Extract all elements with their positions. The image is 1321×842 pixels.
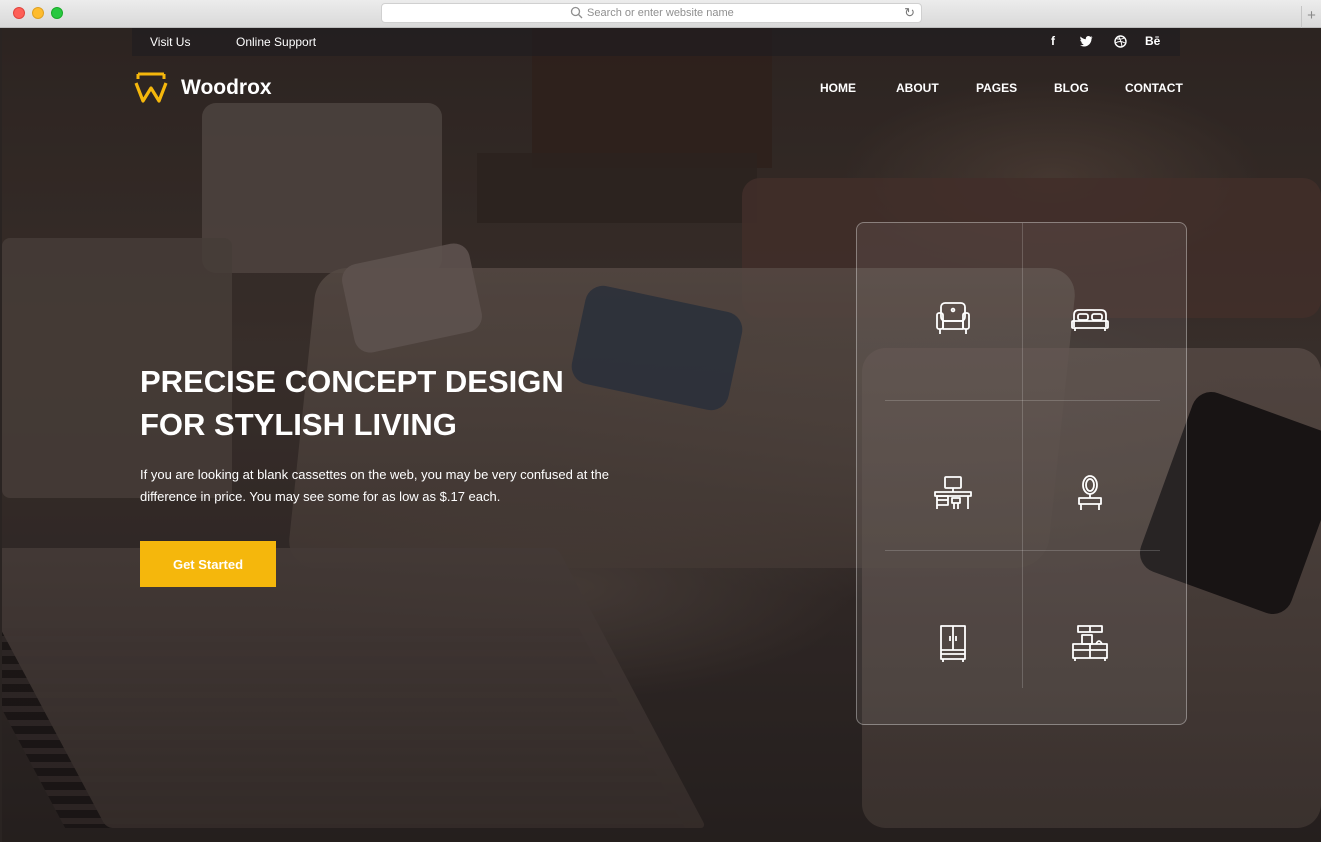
new-tab-button[interactable]: +: [1301, 6, 1321, 28]
woodrox-logo-icon[interactable]: [134, 71, 168, 105]
panel-divider: [885, 400, 1160, 401]
search-icon: [570, 6, 583, 19]
nav-about[interactable]: ABOUT: [896, 81, 939, 95]
nav-pages[interactable]: PAGES: [976, 81, 1017, 95]
nav-blog[interactable]: BLOG: [1054, 81, 1089, 95]
tv-cabinet-icon[interactable]: [1069, 623, 1111, 665]
hero-subtitle: If you are looking at blank cassettes on…: [140, 467, 609, 504]
panel-divider: [885, 550, 1160, 551]
address-bar[interactable]: Search or enter website name ↻: [381, 3, 922, 23]
facebook-icon[interactable]: f: [1051, 34, 1055, 48]
twitter-icon[interactable]: [1080, 36, 1093, 47]
nav-contact[interactable]: CONTACT: [1125, 81, 1183, 95]
top-info-bar: Visit Us Online Support f Bē: [132, 28, 1180, 56]
behance-icon[interactable]: Bē: [1145, 34, 1160, 48]
get-started-button[interactable]: Get Started: [140, 541, 276, 587]
close-window-button[interactable]: [13, 7, 25, 19]
armchair-icon[interactable]: [932, 298, 974, 340]
dribbble-icon[interactable]: [1114, 35, 1127, 48]
minimize-window-button[interactable]: [32, 7, 44, 19]
visit-us-link[interactable]: Visit Us: [150, 35, 190, 49]
mirror-dresser-icon[interactable]: [1069, 473, 1111, 515]
reload-icon[interactable]: ↻: [904, 5, 915, 21]
desk-icon[interactable]: [932, 473, 974, 515]
bed-icon[interactable]: [1069, 298, 1111, 340]
hero-headline: PRECISE CONCEPT DESIGN FOR STYLISH LIVIN…: [140, 360, 620, 446]
browser-toolbar: Search or enter website name ↻ +: [0, 0, 1321, 28]
category-panel: [856, 222, 1187, 725]
hero-section: Visit Us Online Support f Bē Woodrox HOM…: [2, 28, 1321, 842]
nav-home[interactable]: HOME: [820, 81, 856, 95]
hero-headline-line1: PRECISE CONCEPT DESIGN: [140, 364, 564, 399]
panel-divider: [1022, 223, 1023, 688]
brand-name[interactable]: Woodrox: [181, 76, 272, 100]
zoom-window-button[interactable]: [51, 7, 63, 19]
hero-headline-line2: FOR STYLISH LIVING: [140, 407, 457, 442]
address-placeholder: Search or enter website name: [587, 7, 734, 19]
wardrobe-icon[interactable]: [932, 623, 974, 665]
online-support-link[interactable]: Online Support: [236, 35, 316, 49]
